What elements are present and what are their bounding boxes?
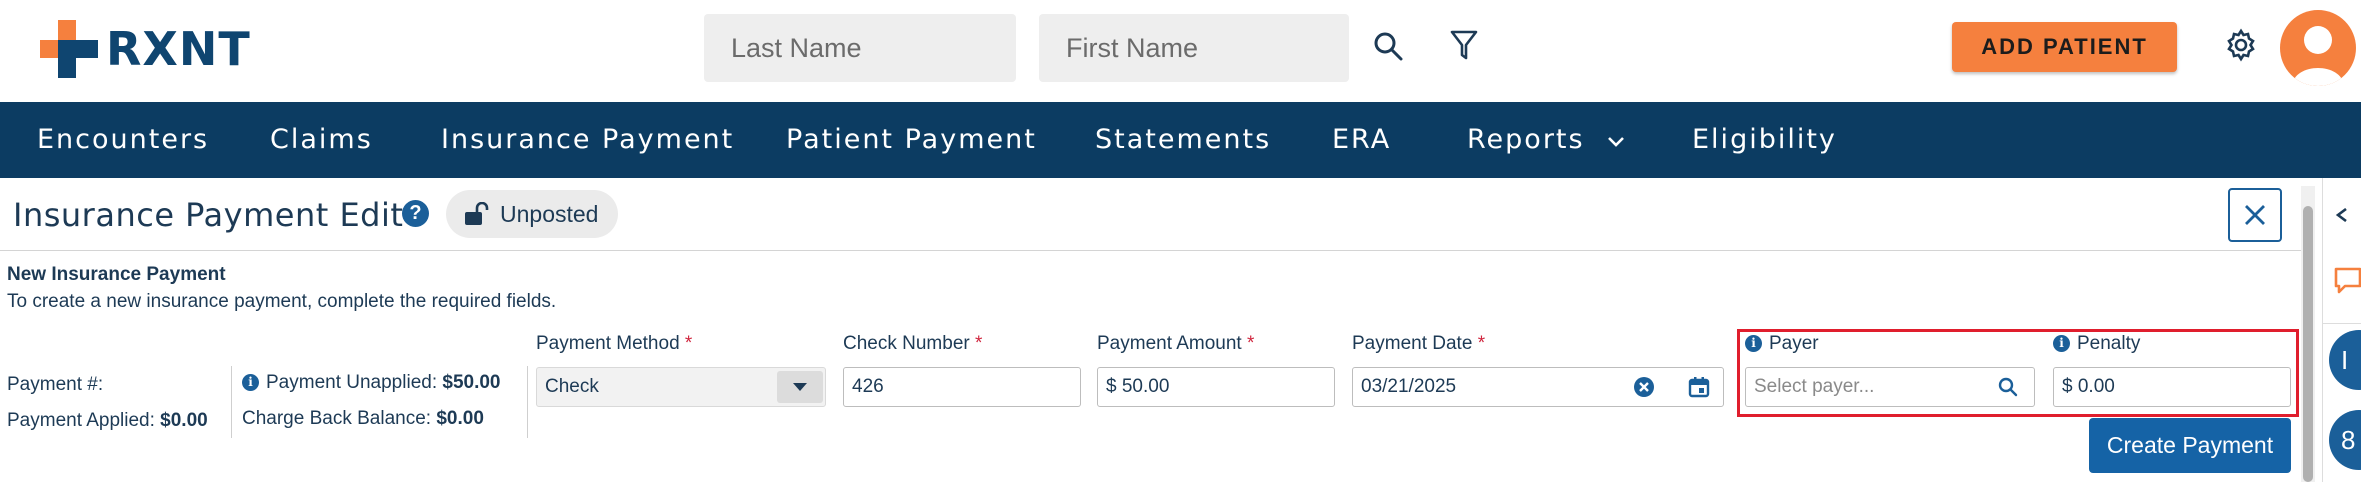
payment-applied-value: $0.00 <box>160 410 208 431</box>
charge-back-balance: Charge Back Balance: $0.00 <box>242 408 484 430</box>
payment-applied: Payment Applied: $0.00 <box>7 410 208 432</box>
chat-icon[interactable] <box>2333 266 2361 296</box>
add-patient-button[interactable]: ADD PATIENT <box>1952 22 2177 72</box>
filter-icon[interactable] <box>1446 26 1482 64</box>
create-payment-button[interactable]: Create Payment <box>2089 418 2291 473</box>
payment-applied-label: Payment Applied: <box>7 410 155 431</box>
payment-amount-label: Payment Amount * <box>1097 333 1254 355</box>
caret-down-icon <box>793 383 807 391</box>
user-avatar[interactable] <box>2280 10 2356 86</box>
required-mark: * <box>684 333 693 354</box>
payment-method-value: Check <box>545 376 599 397</box>
section-subtitle: To create a new insurance payment, compl… <box>7 291 557 312</box>
check-number-label: Check Number * <box>843 333 982 355</box>
check-number-value: 426 <box>852 376 884 397</box>
close-icon <box>2245 205 2265 225</box>
required-mark: * <box>975 333 983 354</box>
clear-icon[interactable] <box>1633 376 1655 398</box>
section-title: New Insurance Payment <box>7 264 226 285</box>
payment-date-field[interactable]: 03/21/2025 <box>1352 367 1724 407</box>
summary-separator <box>527 366 528 438</box>
payment-unapplied-value: $50.00 <box>442 372 501 393</box>
header-divider <box>0 250 2304 251</box>
last-name-input[interactable] <box>704 14 1016 82</box>
nav-encounters[interactable]: Encounters <box>37 102 209 178</box>
summary-separator <box>231 366 232 438</box>
required-mark: * <box>1477 333 1486 354</box>
nav-statements[interactable]: Statements <box>1095 102 1271 178</box>
check-number-label-text: Check Number <box>843 333 970 354</box>
payment-unapplied: i Payment Unapplied: $50.00 <box>242 372 501 394</box>
gear-icon[interactable] <box>2222 26 2260 64</box>
page-title: Insurance Payment Edit <box>13 196 404 234</box>
calendar-icon[interactable] <box>1688 376 1710 398</box>
payment-method-select[interactable]: Check <box>536 367 826 407</box>
payment-method-label: Payment Method * <box>536 333 692 355</box>
payment-amount-label-text: Payment Amount <box>1097 333 1242 354</box>
charge-back-label: Charge Back Balance: <box>242 408 432 429</box>
nav-era[interactable]: ERA <box>1332 102 1391 178</box>
unlock-icon <box>465 202 489 225</box>
dropdown-button[interactable] <box>777 371 823 403</box>
logo-text: RXNT <box>106 22 251 76</box>
search-icon[interactable] <box>1370 28 1406 64</box>
close-button[interactable] <box>2228 188 2282 242</box>
payment-number-label: Payment #: <box>7 374 104 395</box>
chevron-left-icon[interactable] <box>2335 208 2349 222</box>
payment-amount-value: $ 50.00 <box>1106 376 1170 397</box>
rxnt-logo[interactable]: RXNT <box>38 18 251 80</box>
payment-unapplied-label: Payment Unapplied: <box>266 372 438 393</box>
status-label: Unposted <box>500 200 599 227</box>
nav-patient-payment[interactable]: Patient Payment <box>786 102 1037 178</box>
user-avatar-icon <box>2292 26 2344 86</box>
charge-back-value: $0.00 <box>436 408 484 429</box>
rail-divider <box>2323 323 2361 324</box>
payment-number: Payment #: <box>7 374 103 396</box>
help-icon[interactable]: ? <box>402 200 429 227</box>
nav-claims[interactable]: Claims <box>270 102 373 178</box>
chevron-down-icon <box>1608 137 1625 147</box>
payment-amount-field[interactable]: $ 50.00 <box>1097 367 1335 407</box>
nav-reports[interactable]: Reports <box>1467 102 1625 178</box>
check-number-field[interactable]: 426 <box>843 367 1081 407</box>
main-nav: Encounters Claims Insurance Payment Pati… <box>0 102 2361 178</box>
first-name-input[interactable] <box>1039 14 1349 82</box>
highlight-box <box>1737 329 2299 417</box>
payment-date-value: 03/21/2025 <box>1361 376 1457 397</box>
payment-method-label-text: Payment Method <box>536 333 680 354</box>
payment-date-label: Payment Date * <box>1352 333 1485 355</box>
required-mark: * <box>1246 333 1255 354</box>
nav-insurance-payment[interactable]: Insurance Payment <box>441 102 734 178</box>
content-area: Insurance Payment Edit ? Unposted New In… <box>0 178 2322 482</box>
nav-eligibility[interactable]: Eligibility <box>1692 102 1837 178</box>
scrollbar-thumb[interactable] <box>2303 206 2313 482</box>
top-bar: RXNT ADD PATIENT <box>0 0 2361 102</box>
nav-reports-label: Reports <box>1467 124 1585 155</box>
payment-date-label-text: Payment Date <box>1352 333 1473 354</box>
status-badge: Unposted <box>446 190 618 238</box>
rxnt-cross-icon <box>40 20 98 78</box>
info-icon[interactable]: i <box>242 374 259 392</box>
